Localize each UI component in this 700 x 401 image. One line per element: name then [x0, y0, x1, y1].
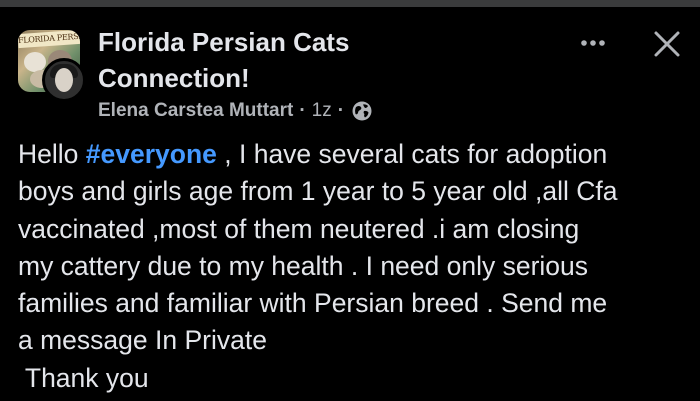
more-options-button[interactable]: [572, 30, 614, 56]
hashtag-link[interactable]: #everyone: [86, 139, 217, 169]
post-line: Thank you: [18, 362, 149, 393]
cat-photo: [24, 52, 46, 72]
group-name-line1: Florida Persian Cats: [98, 27, 350, 57]
avatar-face: [55, 68, 73, 92]
group-name-link[interactable]: Florida Persian Cats Connection!: [98, 24, 418, 96]
post-line: families and familiar with Persian breed…: [18, 288, 608, 319]
post-line: Hello #everyone , I have several cats fo…: [18, 136, 690, 173]
post-line: vaccinated ,most of them neutered .i am …: [18, 213, 580, 244]
meta-separator: ·: [299, 100, 306, 121]
group-avatar-text: FLORIDA PERSIAN CATS: [18, 30, 80, 46]
group-name-line2: Connection!: [98, 63, 250, 93]
post-timestamp[interactable]: 1z: [312, 100, 332, 122]
post-meta: Elena Carstea Muttart · 1z ·: [98, 98, 372, 124]
post-line: a message In Private: [18, 325, 267, 356]
greeting-text: Hello: [18, 139, 86, 169]
post-line-text: , I have several cats for adoption: [216, 139, 608, 169]
close-button[interactable]: [646, 24, 688, 64]
post-text: Hello #everyone , I have several cats fo…: [18, 136, 690, 397]
author-avatar[interactable]: [42, 58, 86, 102]
globe-icon[interactable]: [352, 101, 372, 121]
close-icon: [654, 31, 680, 57]
more-dots-icon: [581, 40, 605, 46]
meta-separator: ·: [337, 100, 345, 121]
top-divider: [0, 0, 700, 7]
post-line: boys and girls age from 1 year to 5 year…: [18, 176, 618, 207]
group-avatar-banner: FLORIDA PERSIAN CATS: [18, 30, 80, 49]
post-line: my cattery due to my health . I need onl…: [18, 250, 589, 281]
author-name[interactable]: Elena Carstea Muttart: [98, 100, 293, 122]
